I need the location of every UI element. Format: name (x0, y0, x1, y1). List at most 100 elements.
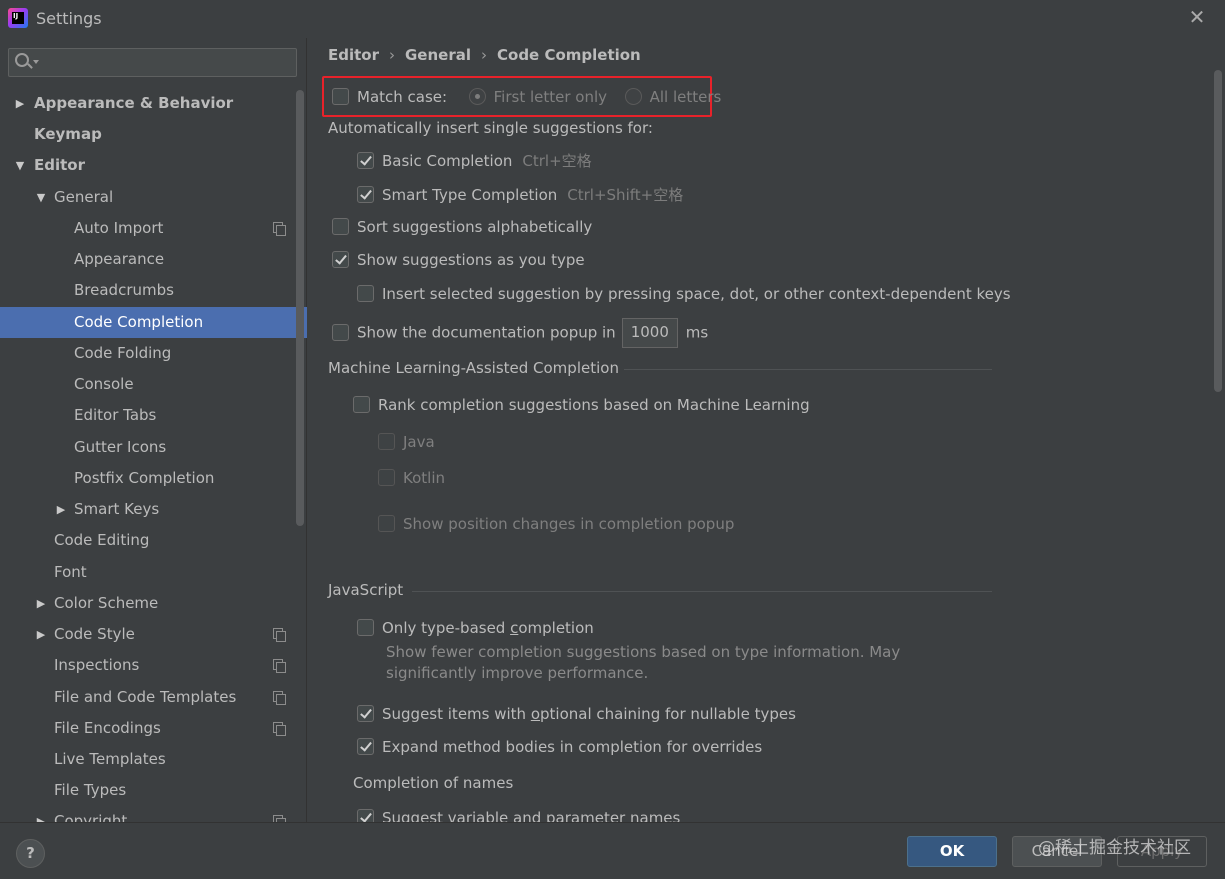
sidebar-item-auto-import[interactable]: Auto Import (0, 213, 307, 244)
match-case-checkbox[interactable] (332, 88, 349, 105)
doc-popup-delay-input[interactable]: 1000 (621, 318, 678, 348)
ml-rank-checkbox[interactable] (353, 396, 370, 413)
ml-section-title: Machine Learning-Assisted Completion (328, 359, 619, 377)
project-scope-icon (273, 722, 286, 736)
sidebar-item-breadcrumbs[interactable]: Breadcrumbs (0, 275, 307, 306)
sidebar-item-label: Auto Import (74, 219, 164, 237)
basic-completion-shortcut: Ctrl+空格 (522, 152, 592, 170)
expand-arrow-icon[interactable]: ▶ (34, 619, 48, 650)
help-button[interactable]: ? (16, 839, 45, 868)
expand-arrow-icon[interactable]: ▶ (13, 88, 27, 119)
sidebar-item-file-encodings[interactable]: File Encodings (0, 713, 307, 744)
smart-type-completion-shortcut: Ctrl+Shift+空格 (567, 186, 684, 204)
ml-java-checkbox[interactable] (378, 433, 395, 450)
sidebar-item-label: Breadcrumbs (74, 281, 174, 299)
sidebar-item-keymap[interactable]: Keymap (0, 119, 307, 150)
content-scrollbar[interactable] (1214, 70, 1222, 392)
sidebar-item-label: Smart Keys (74, 500, 160, 518)
show-as-type-row: Show suggestions as you type (332, 251, 585, 269)
sidebar-item-label: Inspections (54, 656, 140, 674)
insert-selected-checkbox[interactable] (357, 285, 374, 302)
sidebar-item-appearance-behavior[interactable]: ▶ Appearance & Behavior (0, 88, 307, 119)
ml-java-label: Java (403, 433, 435, 451)
auto-insert-heading: Automatically insert single suggestions … (328, 119, 653, 137)
watermark: @稀土掘金技术社区 (1038, 838, 1191, 858)
ml-rank-row: Rank completion suggestions based on Mac… (353, 396, 810, 414)
ml-position-row: Show position changes in completion popu… (378, 515, 734, 533)
project-scope-icon (273, 628, 286, 642)
expand-arrow-icon[interactable]: ▶ (34, 588, 48, 619)
breadcrumb-editor[interactable]: Editor (328, 46, 379, 64)
basic-completion-row: Basic Completion Ctrl+空格 (357, 150, 592, 171)
sidebar-item-color-scheme[interactable]: ▶ Color Scheme (0, 588, 307, 619)
js-type-based-checkbox[interactable] (357, 619, 374, 636)
show-as-type-checkbox[interactable] (332, 251, 349, 268)
collapse-arrow-icon[interactable]: ▼ (13, 150, 27, 181)
expand-arrow-icon[interactable]: ▶ (54, 494, 68, 525)
sidebar-item-code-folding[interactable]: Code Folding (0, 338, 307, 369)
ok-button[interactable]: OK (907, 836, 997, 867)
sidebar-item-general[interactable]: ▼ General (0, 182, 307, 213)
collapse-arrow-icon[interactable]: ▼ (34, 182, 48, 213)
sidebar-item-label: File and Code Templates (54, 688, 237, 706)
sidebar-item-code-editing[interactable]: Code Editing (0, 525, 307, 556)
js-expand-bodies-label: Expand method bodies in completion for o… (382, 738, 763, 756)
js-section-title: JavaScript (328, 581, 404, 599)
section-divider (624, 369, 992, 370)
sidebar-item-code-style[interactable]: ▶ Code Style (0, 619, 307, 650)
project-scope-icon (273, 691, 286, 705)
sidebar-item-label: Appearance (74, 250, 165, 268)
sidebar-item-font[interactable]: Font (0, 557, 307, 588)
settings-sidebar: ▶ Appearance & Behavior Keymap ▼ Editor … (0, 38, 307, 822)
show-as-type-label: Show suggestions as you type (357, 251, 585, 269)
expand-arrow-icon[interactable]: ▶ (34, 806, 48, 822)
js-expand-bodies-row: Expand method bodies in completion for o… (357, 738, 762, 756)
basic-completion-label: Basic Completion (382, 152, 513, 170)
sidebar-item-label: Keymap (34, 125, 102, 143)
js-expand-bodies-checkbox[interactable] (357, 738, 374, 755)
all-letters-label: All letters (649, 88, 722, 106)
suggest-var-names-label: Suggest variable and parameter names (382, 809, 681, 822)
sidebar-item-label: Code Editing (54, 531, 150, 549)
dialog-button-bar: ? OK Cancel Apply @稀土掘金技术社区 (0, 822, 1225, 879)
sidebar-item-file-code-templates[interactable]: File and Code Templates (0, 682, 307, 713)
sort-alpha-label: Sort suggestions alphabetically (357, 218, 593, 236)
section-divider (412, 591, 992, 592)
basic-completion-checkbox[interactable] (357, 152, 374, 169)
sidebar-item-label: Code Folding (74, 344, 172, 362)
sidebar-item-appearance[interactable]: Appearance (0, 244, 307, 275)
sidebar-item-label: Live Templates (54, 750, 166, 768)
close-icon[interactable]: ✕ (1187, 7, 1207, 27)
suggest-var-names-checkbox[interactable] (357, 809, 374, 822)
js-optional-chaining-label: Suggest items with optional chaining for… (382, 705, 796, 723)
breadcrumb: Editor › General › Code Completion (328, 46, 641, 64)
chevron-right-icon: › (481, 46, 487, 64)
ml-kotlin-checkbox[interactable] (378, 469, 395, 486)
sidebar-item-console[interactable]: Console (0, 369, 307, 400)
js-optional-chaining-checkbox[interactable] (357, 705, 374, 722)
sidebar-item-postfix-completion[interactable]: Postfix Completion (0, 463, 307, 494)
sort-alpha-checkbox[interactable] (332, 218, 349, 235)
sidebar-item-copyright[interactable]: ▶ Copyright (0, 806, 307, 822)
ml-position-checkbox[interactable] (378, 515, 395, 532)
search-input[interactable] (8, 48, 297, 77)
sidebar-scrollbar[interactable] (296, 90, 304, 526)
sidebar-item-editor[interactable]: ▼ Editor (0, 150, 307, 181)
sidebar-item-live-templates[interactable]: Live Templates (0, 744, 307, 775)
sidebar-item-editor-tabs[interactable]: Editor Tabs (0, 400, 307, 431)
smart-type-completion-checkbox[interactable] (357, 186, 374, 203)
intellij-app-icon: IJ (8, 8, 28, 28)
sidebar-item-gutter-icons[interactable]: Gutter Icons (0, 432, 307, 463)
ml-kotlin-row: Kotlin (378, 469, 445, 487)
all-letters-radio[interactable] (624, 88, 642, 105)
sidebar-item-file-types[interactable]: File Types (0, 775, 307, 806)
sidebar-item-smart-keys[interactable]: ▶ Smart Keys (0, 494, 307, 525)
insert-selected-label: Insert selected suggestion by pressing s… (382, 285, 1011, 303)
sidebar-item-code-completion[interactable]: Code Completion (0, 307, 307, 338)
first-letter-radio[interactable] (468, 88, 486, 105)
project-scope-icon (273, 222, 286, 236)
sidebar-item-inspections[interactable]: Inspections (0, 650, 307, 681)
sidebar-item-label: Copyright (54, 812, 128, 822)
breadcrumb-general[interactable]: General (405, 46, 471, 64)
doc-popup-checkbox[interactable] (332, 323, 349, 341)
